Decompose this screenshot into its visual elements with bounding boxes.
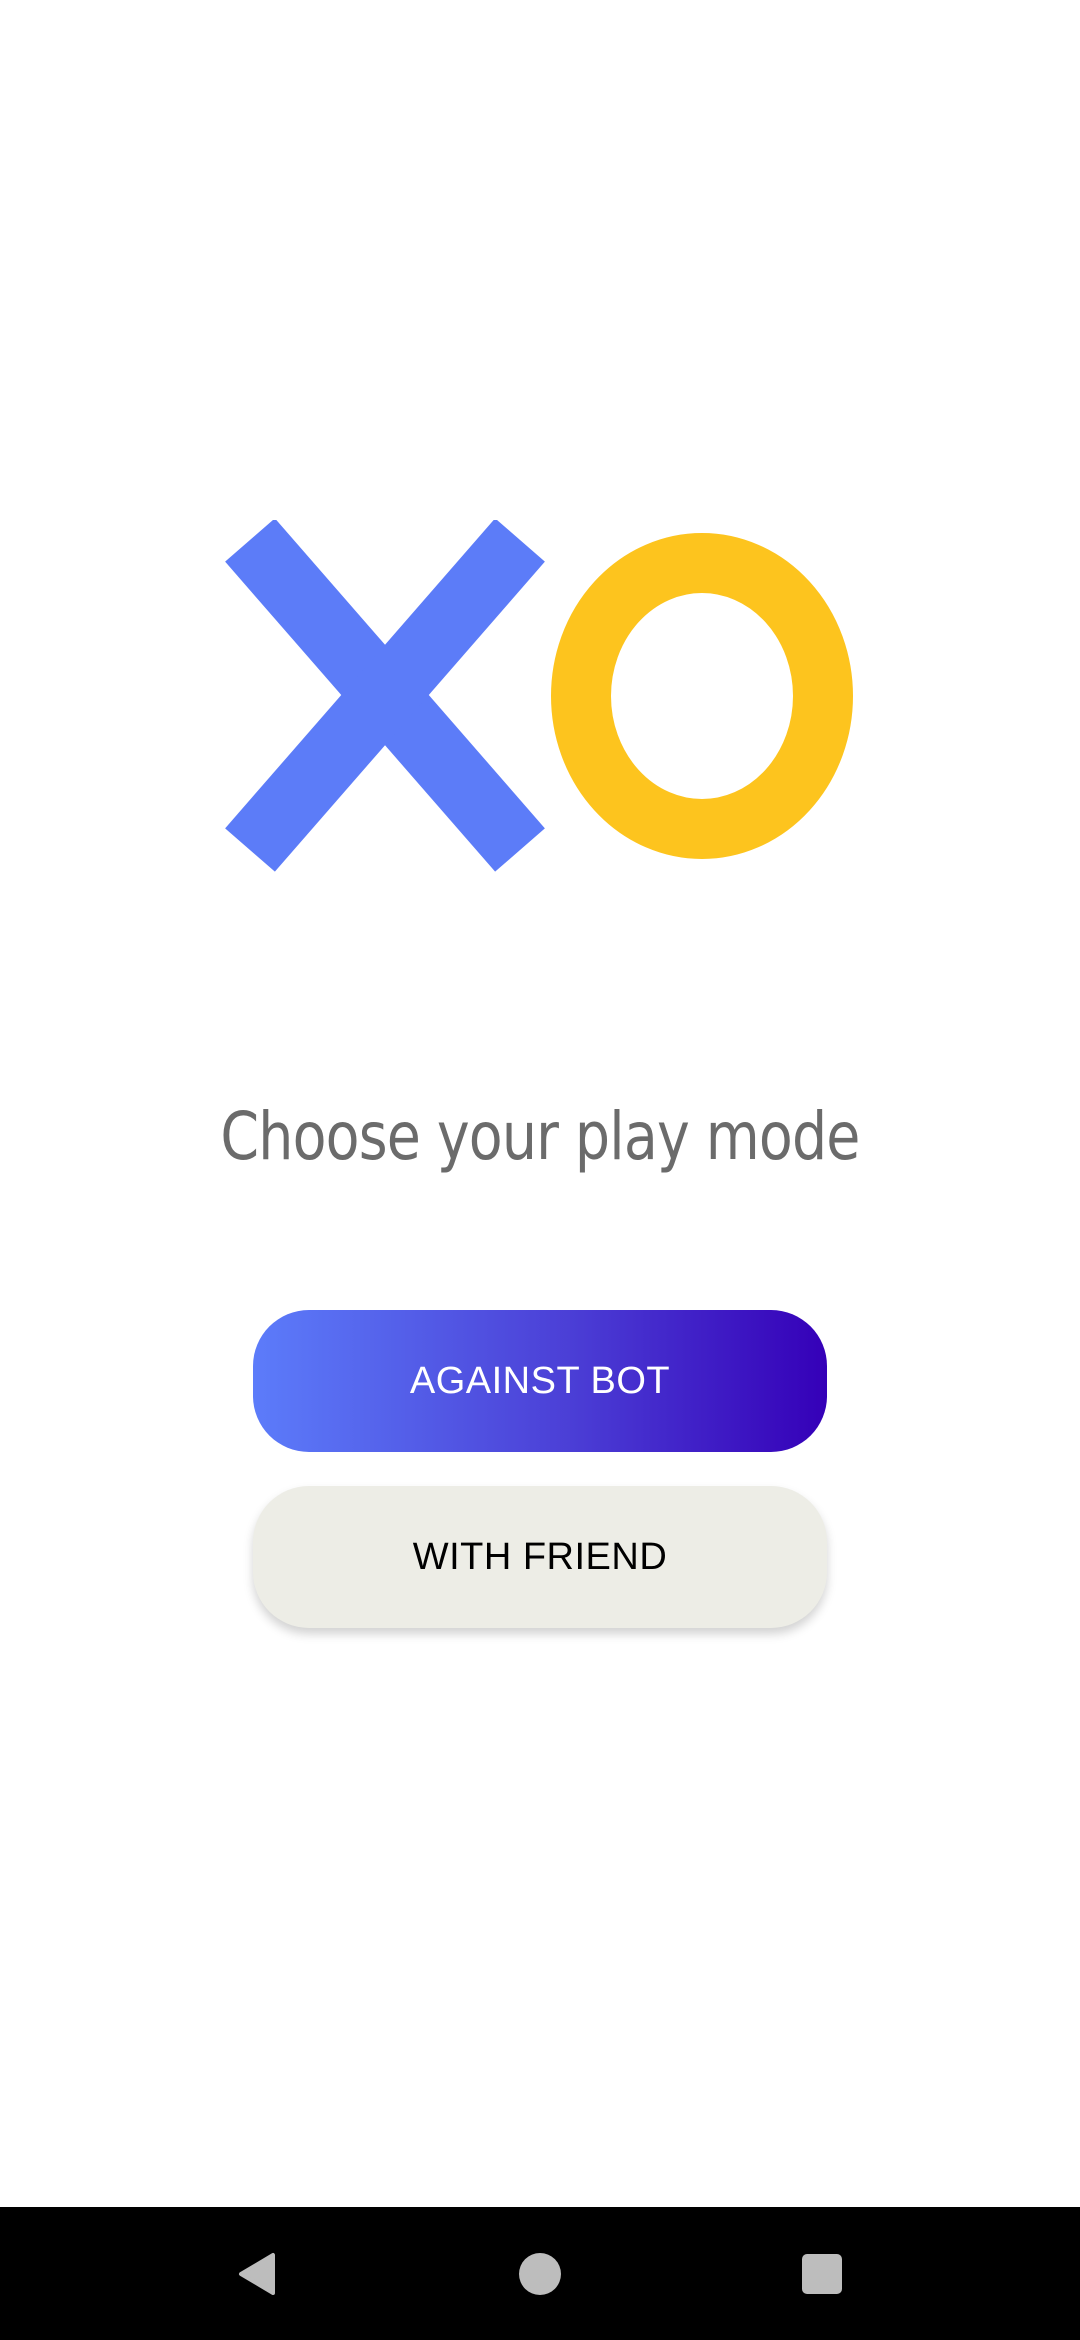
against-bot-button[interactable]: AGAINST BOT: [253, 1310, 827, 1452]
nav-back-button[interactable]: [188, 2207, 328, 2340]
with-friend-label: WITH FRIEND: [412, 1535, 668, 1578]
home-icon: [519, 2252, 561, 2295]
back-icon: [239, 2252, 275, 2295]
o-letter-icon: [551, 533, 853, 859]
play-mode-prompt: Choose your play mode: [220, 1098, 860, 1175]
nav-home-button[interactable]: [470, 2207, 610, 2340]
app-screen: Choose your play mode AGAINST BOT WITH F…: [0, 0, 1080, 2340]
recents-icon: [802, 2253, 842, 2294]
system-navigation-bar: [0, 2207, 1080, 2340]
xo-logo: [225, 520, 853, 872]
x-letter-icon: [225, 520, 545, 872]
nav-recents-button[interactable]: [752, 2207, 892, 2340]
against-bot-label: AGAINST BOT: [409, 1359, 671, 1402]
with-friend-button[interactable]: WITH FRIEND: [253, 1486, 827, 1628]
